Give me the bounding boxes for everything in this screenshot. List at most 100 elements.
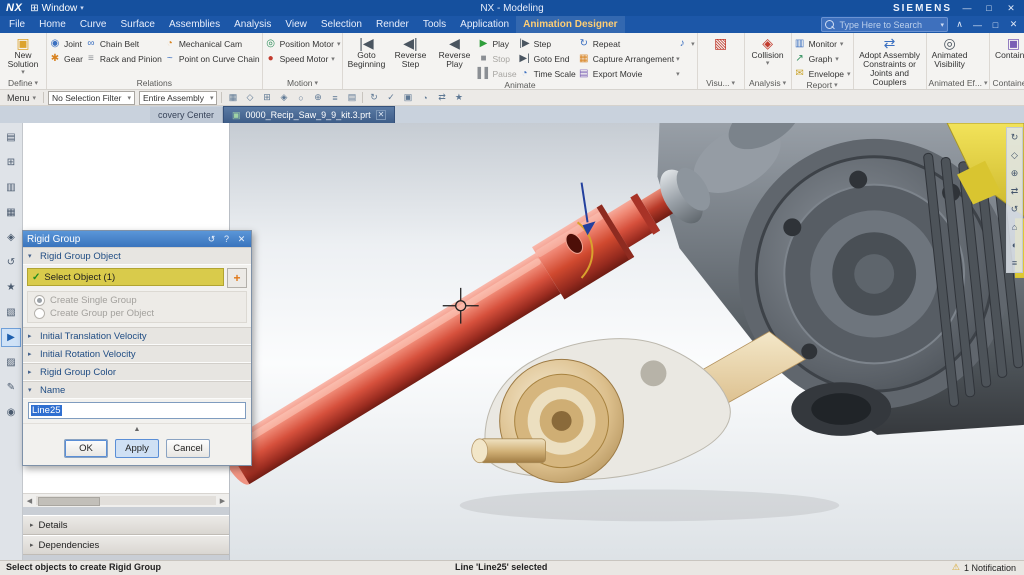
adopt-assembly-constraints-button[interactable]: ⇄ Adopt Assembly Constraints or Joints a…: [856, 34, 924, 87]
window-menu[interactable]: ⊞ Window ▾: [30, 3, 83, 14]
render-style-icon[interactable]: ◐: [1007, 238, 1022, 252]
reverse-step-button[interactable]: ◀| Reverse Step: [389, 34, 431, 69]
apply-button[interactable]: Apply: [115, 439, 159, 458]
position-motor-button[interactable]: ◎Position Motor▾: [265, 37, 341, 50]
rack-and-pinion-button[interactable]: ≡Rack and Pinion: [85, 52, 162, 65]
sound-button[interactable]: ♪▾: [676, 37, 695, 50]
details-section[interactable]: ▸ Details: [23, 515, 229, 535]
visualization-button[interactable]: ▧: [700, 34, 742, 51]
fit-view-icon[interactable]: ◇: [1007, 148, 1022, 162]
name-section[interactable]: ▾ Name: [23, 381, 251, 399]
view-manager-icon[interactable]: ◈: [1, 228, 21, 247]
scroll-right-icon[interactable]: ▶: [217, 497, 228, 505]
scroll-thumb[interactable]: [38, 497, 100, 506]
dialog-close-icon[interactable]: ✕: [236, 234, 247, 245]
rigid-group-object-section[interactable]: ▾ Rigid Group Object: [23, 247, 251, 265]
scroll-track[interactable]: [36, 496, 216, 505]
visualization-group-label[interactable]: Visu... ▾: [700, 77, 742, 89]
dependencies-section[interactable]: ▸ Dependencies: [23, 535, 229, 555]
initial-rotation-velocity-section[interactable]: ▸ Initial Rotation Velocity: [23, 345, 251, 363]
minimize-button[interactable]: —: [960, 3, 974, 13]
datum-icon[interactable]: ◇: [243, 92, 256, 103]
tab-discovery-center[interactable]: covery Center: [150, 107, 223, 123]
clutch-hub[interactable]: [500, 359, 624, 482]
dialog-titlebar[interactable]: Rigid Group ↺ ? ✕: [23, 231, 251, 247]
selection-scope-combo[interactable]: Entire Assembly ▾: [139, 91, 217, 105]
radio-create-group-per-object[interactable]: Create Group per Object: [28, 307, 246, 320]
close-button[interactable]: ✕: [1004, 3, 1018, 14]
search-input[interactable]: [837, 19, 937, 31]
list-icon[interactable]: ≡: [328, 93, 341, 103]
solid-icon[interactable]: ▣: [401, 92, 414, 103]
tab-animation-designer[interactable]: Animation Designer: [516, 16, 624, 33]
animation-navigator-icon[interactable]: ▶: [1, 328, 21, 347]
validate-icon[interactable]: ✓: [384, 92, 397, 103]
tab-surface[interactable]: Surface: [114, 16, 162, 33]
repeat-button[interactable]: ↻Repeat: [578, 37, 674, 50]
cancel-button[interactable]: Cancel: [166, 439, 210, 458]
command-search[interactable]: ▾: [821, 17, 948, 32]
name-input[interactable]: Line25: [28, 402, 246, 419]
layers-icon[interactable]: ▤: [345, 92, 358, 103]
doc-restore-icon[interactable]: □: [989, 20, 1002, 30]
new-solution-button[interactable]: ▣ New Solution ▾: [2, 34, 44, 76]
search-dropdown-icon[interactable]: ▾: [940, 21, 944, 29]
scroll-left-icon[interactable]: ◀: [24, 497, 35, 505]
minimize-ribbon-icon[interactable]: ∧: [953, 19, 966, 30]
tab-home[interactable]: Home: [32, 16, 73, 33]
animate-group-label[interactable]: Animate: [345, 80, 694, 90]
animate-option-dropdown[interactable]: ▾: [676, 67, 695, 80]
speed-motor-button[interactable]: ●Speed Motor▾: [265, 52, 341, 65]
tab-tools[interactable]: Tools: [416, 16, 453, 33]
point-dialog-button[interactable]: +: [227, 268, 247, 288]
select-object-field[interactable]: ✓ Select Object (1): [27, 268, 224, 286]
reuse-library-icon[interactable]: ▦: [1, 203, 21, 222]
constraint-navigator-icon[interactable]: ⊞: [1, 153, 21, 172]
more-tools-icon[interactable]: ≡: [1007, 256, 1022, 270]
swap-view-icon[interactable]: ⇄: [435, 92, 448, 103]
goto-end-button[interactable]: ▶|Goto End: [519, 52, 576, 65]
pause-button[interactable]: ▌▌Pause: [477, 67, 516, 80]
joint-button[interactable]: ◉Joint: [49, 37, 83, 50]
analysis-group-label[interactable]: Analysis ▾: [747, 77, 789, 89]
tab-active-part[interactable]: ▣ 0000_Recip_Saw_9_9_kit.3.prt ✕: [223, 106, 395, 123]
point-on-curve-chain-button[interactable]: ~Point on Curve Chain: [164, 52, 260, 65]
rotate-view-icon[interactable]: ↺: [1007, 202, 1022, 216]
mechanical-cam-button[interactable]: ◔Mechanical Cam: [164, 37, 260, 50]
container-button[interactable]: ▣ Container: [992, 34, 1024, 60]
window-split-icon[interactable]: ⊞: [260, 92, 273, 103]
tab-selection[interactable]: Selection: [314, 16, 369, 33]
tab-render[interactable]: Render: [369, 16, 416, 33]
horizontal-scrollbar[interactable]: ◀ ▶: [23, 493, 229, 507]
close-tab-icon[interactable]: ✕: [376, 110, 387, 120]
output-shaft-stub[interactable]: [472, 439, 546, 463]
clock-icon[interactable]: ◔: [418, 93, 431, 103]
tab-analysis[interactable]: Analysis: [227, 16, 278, 33]
tab-file[interactable]: File: [2, 16, 32, 33]
refresh-icon[interactable]: ↻: [367, 92, 380, 103]
goto-beginning-button[interactable]: |◀ Goto Beginning: [345, 34, 387, 69]
define-group-label[interactable]: Define ▾: [2, 77, 44, 89]
envelope-button[interactable]: ✉Envelope▾: [794, 67, 851, 80]
dialog-reset-icon[interactable]: ↺: [206, 234, 217, 245]
monitor-button[interactable]: ▥Monitor▾: [794, 37, 851, 50]
notification-area[interactable]: ⚠ 1 Notification: [952, 562, 1016, 573]
favorites-icon[interactable]: ★: [452, 92, 465, 103]
doc-close-icon[interactable]: ✕: [1007, 19, 1020, 30]
animate-option-dropdown[interactable]: ▾: [676, 52, 695, 65]
zoom-icon[interactable]: ⊕: [1007, 166, 1022, 180]
export-movie-button[interactable]: ▤Export Movie: [578, 67, 674, 80]
reverse-play-button[interactable]: ◀ Reverse Play: [433, 34, 475, 69]
dialog-help-icon[interactable]: ?: [221, 234, 232, 244]
tab-curve[interactable]: Curve: [73, 16, 114, 33]
history-icon[interactable]: ↺: [1, 253, 21, 272]
home-view-icon[interactable]: ⌂: [1007, 220, 1022, 234]
motion-group-label[interactable]: Motion ▾: [265, 77, 341, 89]
snap-grid-icon[interactable]: ▦: [226, 92, 239, 103]
tab-view[interactable]: View: [278, 16, 314, 33]
tab-assemblies[interactable]: Assemblies: [162, 16, 227, 33]
ok-button[interactable]: OK: [64, 439, 108, 458]
doc-minimize-icon[interactable]: —: [971, 20, 984, 30]
collision-button[interactable]: ◈ Collision ▾: [747, 34, 789, 67]
initial-translation-velocity-section[interactable]: ▸ Initial Translation Velocity: [23, 327, 251, 345]
